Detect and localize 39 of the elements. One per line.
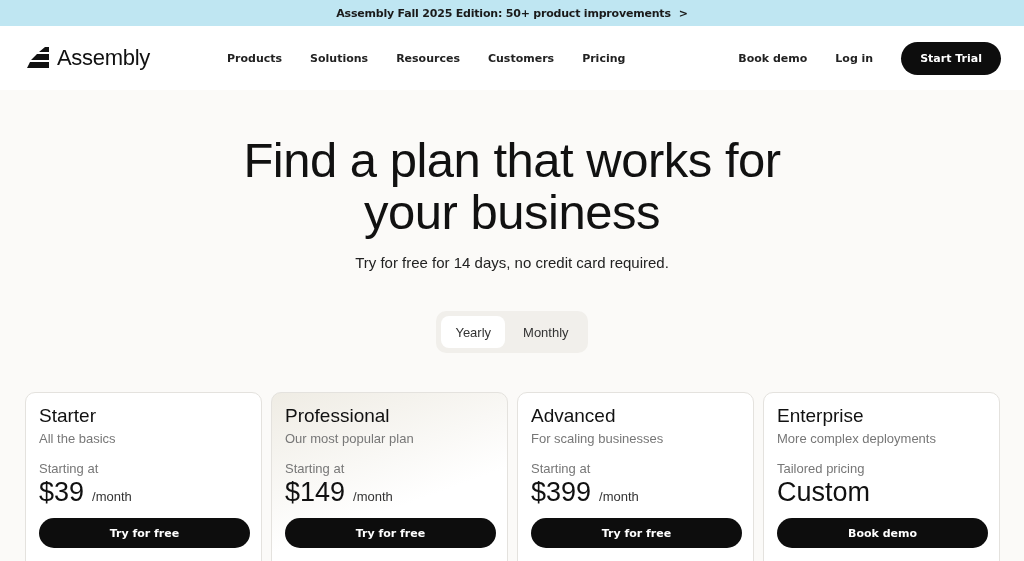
price-period: /month bbox=[353, 489, 393, 504]
logo-wordmark[interactable]: Assembly bbox=[57, 45, 150, 71]
plan-button[interactable]: Try for free bbox=[285, 518, 496, 548]
header-link[interactable]: Log in bbox=[835, 51, 874, 65]
plan-name: Enterprise bbox=[777, 405, 864, 427]
nav-link[interactable]: Resources bbox=[396, 51, 460, 65]
price-label: Starting at bbox=[285, 461, 345, 476]
announcement-link[interactable]: Assembly Fall 2025 Edition: 50+ product improvements > bbox=[336, 6, 688, 20]
start-trial-button[interactable]: Start Trial bbox=[901, 41, 1001, 75]
hero-subtitle: Try for free for 14 days, no credit card required. bbox=[355, 254, 669, 271]
plan-price: $39 bbox=[39, 477, 85, 508]
hero-heading: your business bbox=[364, 186, 660, 238]
plan-tagline: For scaling businesses bbox=[531, 431, 664, 446]
billing-option[interactable]: Monthly bbox=[509, 316, 583, 348]
nav-link[interactable]: Solutions bbox=[310, 51, 369, 65]
plan-price: $399 bbox=[531, 477, 592, 508]
logo-icon bbox=[27, 47, 51, 69]
plan-button[interactable]: Book demo bbox=[777, 518, 988, 548]
plan-name: Starter bbox=[39, 405, 97, 427]
price-label: Starting at bbox=[39, 461, 99, 476]
nav-link[interactable]: Pricing bbox=[582, 51, 626, 65]
plan-name: Advanced bbox=[531, 405, 616, 427]
plan-name: Professional bbox=[285, 405, 390, 427]
plan-tagline: More complex deployments bbox=[777, 431, 936, 446]
price-period: /month bbox=[92, 489, 132, 504]
plan-tagline: Our most popular plan bbox=[285, 431, 414, 446]
plan-tagline: All the basics bbox=[39, 431, 116, 446]
plan-price: $149 bbox=[285, 477, 346, 508]
nav-link[interactable]: Customers bbox=[487, 51, 555, 65]
billing-option[interactable]: Yearly bbox=[441, 316, 506, 348]
plan-price: Custom bbox=[777, 477, 871, 508]
nav-link[interactable]: Products bbox=[227, 51, 283, 65]
plan-button[interactable]: Try for free bbox=[39, 518, 250, 548]
price-label: Tailored pricing bbox=[777, 461, 865, 476]
price-period: /month bbox=[599, 489, 639, 504]
hero-heading: Find a plan that works for bbox=[243, 134, 781, 186]
header-link[interactable]: Book demo bbox=[738, 51, 808, 65]
plan-button[interactable]: Try for free bbox=[531, 518, 742, 548]
price-label: Starting at bbox=[531, 461, 591, 476]
